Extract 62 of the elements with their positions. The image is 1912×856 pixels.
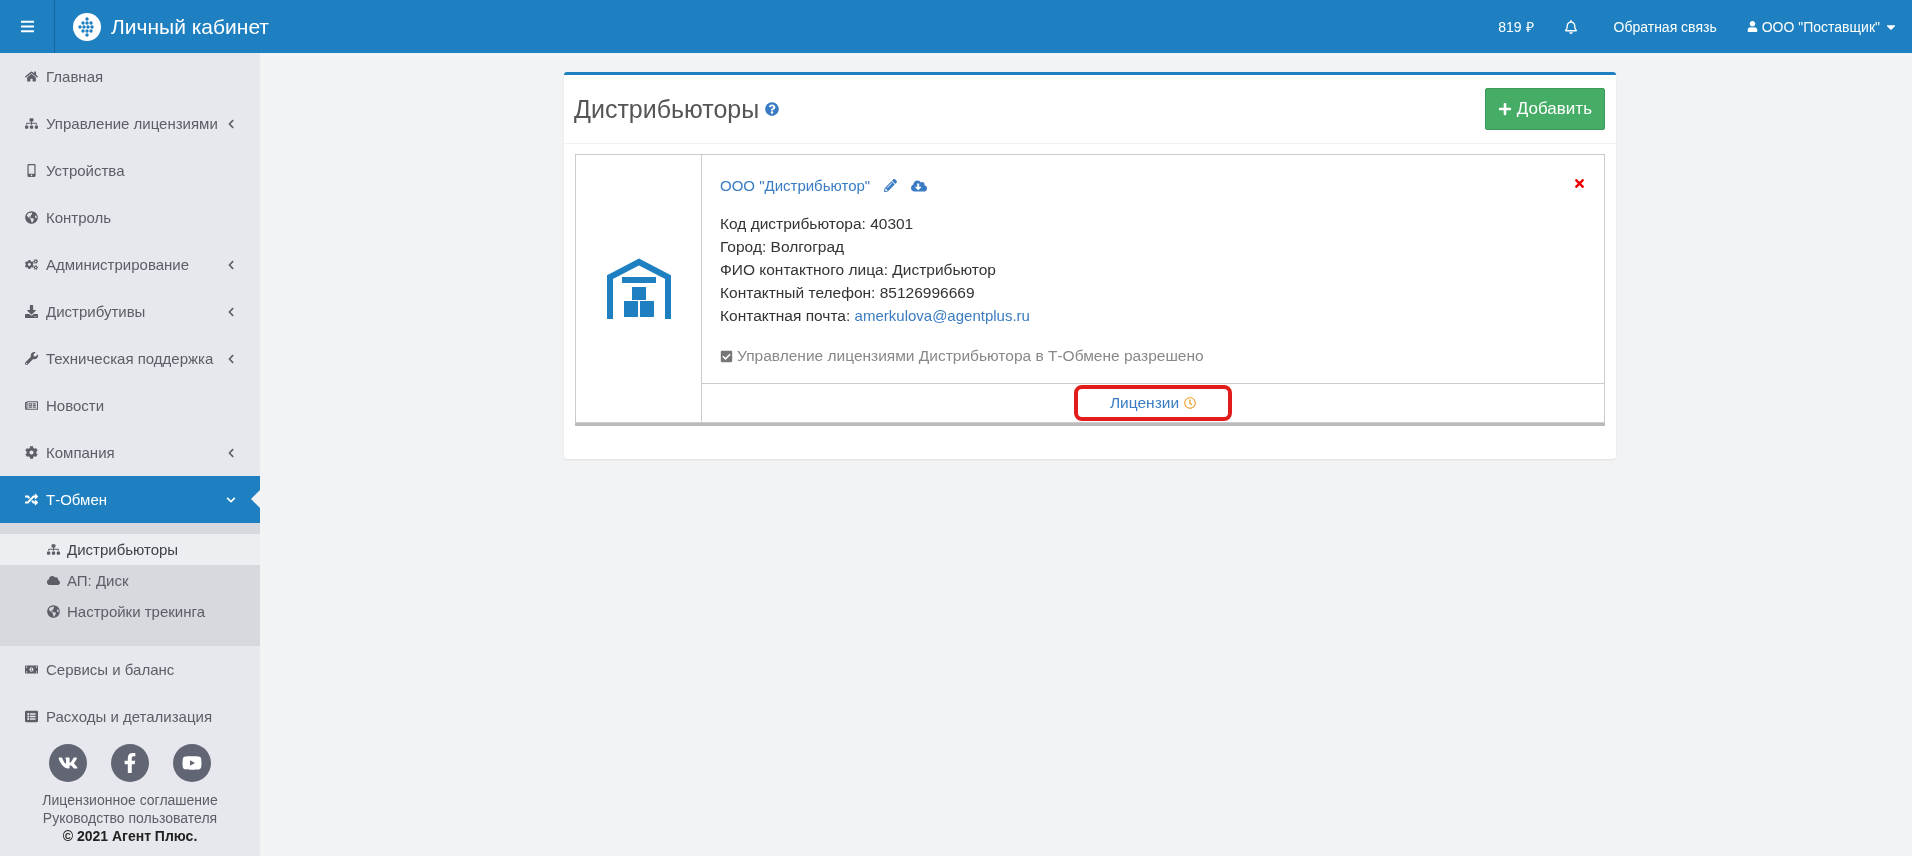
- checkbox[interactable]: [720, 349, 733, 363]
- add-button[interactable]: Добавить: [1484, 88, 1605, 130]
- menu-item-icon: [24, 258, 39, 271]
- logo-icon: [73, 12, 101, 41]
- submenu-item[interactable]: Настройки трекинга: [0, 596, 260, 627]
- menu-item-icon: [24, 164, 39, 177]
- menu-item-icon: [24, 117, 39, 130]
- vk-icon[interactable]: [49, 744, 87, 782]
- youtube-icon[interactable]: [173, 744, 211, 782]
- user-icon: [1746, 21, 1758, 32]
- sidebar-item[interactable]: Сервисы и баланс: [0, 646, 260, 693]
- help-icon[interactable]: [765, 102, 780, 116]
- footer-link[interactable]: Лицензионное соглашение: [0, 792, 260, 808]
- menu-item-icon: [24, 493, 39, 506]
- permission-label: Управление лицензиями Дистрибьютора в Т-Обмене разрешено: [737, 347, 1204, 365]
- info-line: Город: Волгоград: [720, 237, 846, 257]
- sidebar-item[interactable]: Главная: [0, 53, 260, 100]
- sidebar-item[interactable]: Дистрибутивы: [0, 288, 260, 335]
- sidebar-item[interactable]: Устройства: [0, 147, 260, 194]
- email-link[interactable]: amerkulova@agentplus.ru: [854, 307, 1030, 324]
- info-line: ФИО контактного лица: Дистрибьютор: [720, 260, 997, 280]
- menu-item-icon: [24, 305, 39, 318]
- bell-icon[interactable]: [1563, 19, 1578, 34]
- submenu-item[interactable]: АП: Диск: [0, 565, 260, 596]
- user-menu[interactable]: ООО "Поставщик": [1746, 18, 1898, 35]
- page-title: Дистрибьюторы: [574, 94, 760, 124]
- menu-icon: [19, 19, 35, 34]
- sidebar-item[interactable]: Расходы и детализация: [0, 693, 260, 740]
- menu-item-icon: [46, 543, 61, 556]
- copyright-text: © 2021 Агент Плюс.: [61, 828, 199, 844]
- balance-link[interactable]: 819 ₽: [1498, 17, 1534, 36]
- menu-item-icon: [24, 399, 39, 412]
- sidebar-item[interactable]: Управление лицензиями: [0, 100, 260, 147]
- menu-item-icon: [24, 211, 39, 224]
- download-icon[interactable]: [911, 177, 928, 194]
- info-line: Код дистрибьютора: 40301: [720, 214, 915, 234]
- plus-icon: [1497, 102, 1512, 116]
- licenses-link[interactable]: Лицензии: [1073, 385, 1233, 421]
- app-title: Личный кабинет: [111, 14, 269, 39]
- facebook-icon[interactable]: [111, 744, 149, 782]
- footer-link[interactable]: Руководство пользователя: [0, 810, 260, 826]
- menu-item-icon: [24, 352, 39, 365]
- clock-icon: [1184, 397, 1197, 409]
- sidebar-item[interactable]: Компания: [0, 429, 260, 476]
- info-line: Контактный телефон: 85126996669: [720, 283, 976, 303]
- menu-item-icon: [24, 446, 39, 459]
- menu-item-icon: [24, 710, 39, 723]
- menu-item-icon: [46, 574, 61, 587]
- distributor-name-link[interactable]: ООО "Дистрибьютор": [720, 177, 871, 194]
- sidebar-item[interactable]: Новости: [0, 382, 260, 429]
- sidebar-item[interactable]: Техническая поддержка: [0, 335, 260, 382]
- menu-item-icon: [24, 663, 39, 676]
- feedback-link[interactable]: Обратная связь: [1613, 18, 1717, 35]
- submenu-item[interactable]: Дистрибьюторы: [0, 534, 260, 565]
- sidebar-item[interactable]: Администрирование: [0, 241, 260, 288]
- edit-icon[interactable]: [884, 179, 898, 192]
- info-line: Контактная почта: amerkulova@agentplus.ru: [720, 306, 1031, 326]
- sidebar-item[interactable]: Т-Обмен: [0, 476, 260, 523]
- warehouse-icon: [605, 256, 672, 321]
- menu-item-icon: [46, 605, 61, 618]
- menu-item-icon: [24, 70, 39, 83]
- sidebar-item[interactable]: Контроль: [0, 194, 260, 241]
